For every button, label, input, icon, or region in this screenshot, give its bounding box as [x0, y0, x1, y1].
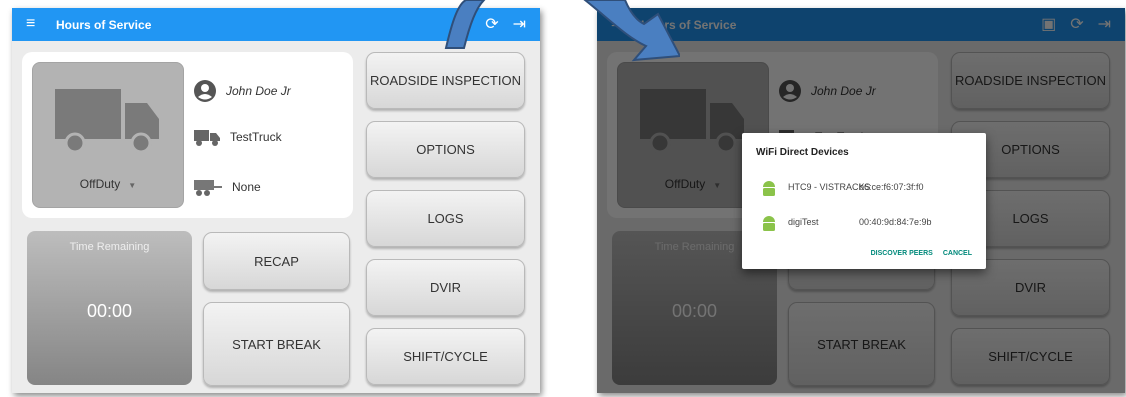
trailer-icon	[194, 180, 222, 196]
vehicle-status-box[interactable]: OffDuty ▼	[32, 62, 184, 208]
time-remaining-panel: Time Remaining 00:00	[27, 231, 192, 385]
start-break-button[interactable]: START BREAK	[203, 302, 350, 386]
annotation-arrow	[444, 0, 680, 62]
time-remaining-label: Time Remaining	[69, 241, 150, 253]
trailer-name: None	[232, 180, 261, 194]
time-remaining-value: 00:00	[86, 301, 133, 321]
device-name: digiTest	[788, 217, 819, 227]
cancel-button[interactable]: CANCEL	[943, 250, 972, 257]
logs-button[interactable]: LOGS	[366, 190, 525, 247]
android-icon	[763, 216, 775, 231]
device-mac: b6:ce:f6:07:3f:f0	[859, 182, 924, 192]
duty-status-dropdown[interactable]: OffDuty ▼	[33, 177, 183, 191]
shift-cycle-button[interactable]: SHIFT/CYCLE	[366, 328, 525, 385]
driver-name: John Doe Jr	[226, 84, 291, 98]
device-mac: 00:40:9d:84:7e:9b	[859, 217, 932, 227]
driver-row: John Doe Jr	[194, 80, 291, 102]
caret-down-icon: ▼	[128, 181, 137, 190]
driver-card: OffDuty ▼ John Doe Jr TestTruck	[22, 52, 353, 218]
android-icon	[763, 181, 775, 196]
truck-small-icon	[194, 130, 220, 146]
wifi-direct-dialog: WiFi Direct Devices HTC9 - VISTRACKS b6:…	[742, 133, 986, 269]
dialog-title: WiFi Direct Devices	[756, 147, 849, 158]
recap-button[interactable]: RECAP	[203, 232, 350, 290]
truck-icon	[55, 89, 159, 154]
truck-name: TestTruck	[230, 130, 282, 144]
hamburger-icon[interactable]: ≡	[26, 16, 35, 32]
trailer-row: None	[194, 178, 261, 196]
discover-peers-button[interactable]: DISCOVER PEERS	[871, 250, 933, 257]
truck-row: TestTruck	[194, 128, 282, 146]
account-icon	[194, 80, 216, 102]
options-button[interactable]: OPTIONS	[366, 121, 525, 178]
app-title: Hours of Service	[56, 18, 152, 32]
dvir-button[interactable]: DVIR	[366, 259, 525, 316]
duty-status-value: OffDuty	[79, 177, 121, 191]
